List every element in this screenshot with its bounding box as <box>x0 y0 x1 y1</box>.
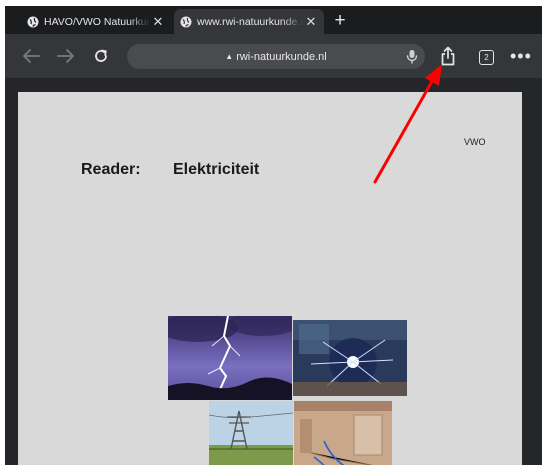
microphone-icon[interactable] <box>405 49 419 64</box>
page-viewport[interactable]: VWO Reader: Elektriciteit <box>5 78 542 465</box>
tab-strip: HAVO/VWO Natuurkunde ✕ www.rwi-natuurkun… <box>5 6 542 34</box>
lock-icon: ▲ <box>225 52 234 61</box>
reload-button[interactable] <box>89 44 113 68</box>
address-bar[interactable]: ▲ rwi-natuurkunde.nl <box>127 44 425 69</box>
address-bar-content: ▲ rwi-natuurkunde.nl <box>127 44 425 69</box>
image-collage <box>18 92 522 465</box>
new-tab-button[interactable]: + <box>331 11 349 30</box>
reload-icon <box>95 49 107 62</box>
power-pylon-image <box>209 401 293 465</box>
close-icon[interactable]: ✕ <box>150 14 166 30</box>
tab-title: www.rwi-natuurkunde.nl <box>197 15 303 28</box>
lightning-image <box>168 316 292 400</box>
url-text: rwi-natuurkunde.nl <box>236 50 327 63</box>
tab-rwi-natuurkunde[interactable]: www.rwi-natuurkunde.nl ✕ <box>174 9 324 34</box>
plasma-ball-image <box>293 320 407 396</box>
back-button[interactable] <box>19 44 43 68</box>
room-wiring-image <box>294 401 392 465</box>
share-icon <box>441 46 455 66</box>
forward-button[interactable] <box>54 44 78 68</box>
toolbar: ▲ rwi-natuurkunde.nl 2 ••• <box>5 34 542 78</box>
share-button[interactable] <box>436 44 460 68</box>
arrow-left-icon <box>23 49 40 63</box>
browser-window: HAVO/VWO Natuurkunde ✕ www.rwi-natuurkun… <box>5 6 542 465</box>
more-options-button[interactable]: ••• <box>510 46 532 66</box>
tab-switcher-button[interactable]: 2 <box>479 50 494 65</box>
document-page: VWO Reader: Elektriciteit <box>18 92 522 465</box>
tab-title: HAVO/VWO Natuurkunde <box>44 15 150 28</box>
arrow-right-icon <box>57 49 74 63</box>
globe-icon <box>27 16 39 27</box>
close-icon[interactable]: ✕ <box>303 14 319 30</box>
tab-havo-vwo[interactable]: HAVO/VWO Natuurkunde ✕ <box>21 9 171 34</box>
globe-icon <box>180 16 192 27</box>
